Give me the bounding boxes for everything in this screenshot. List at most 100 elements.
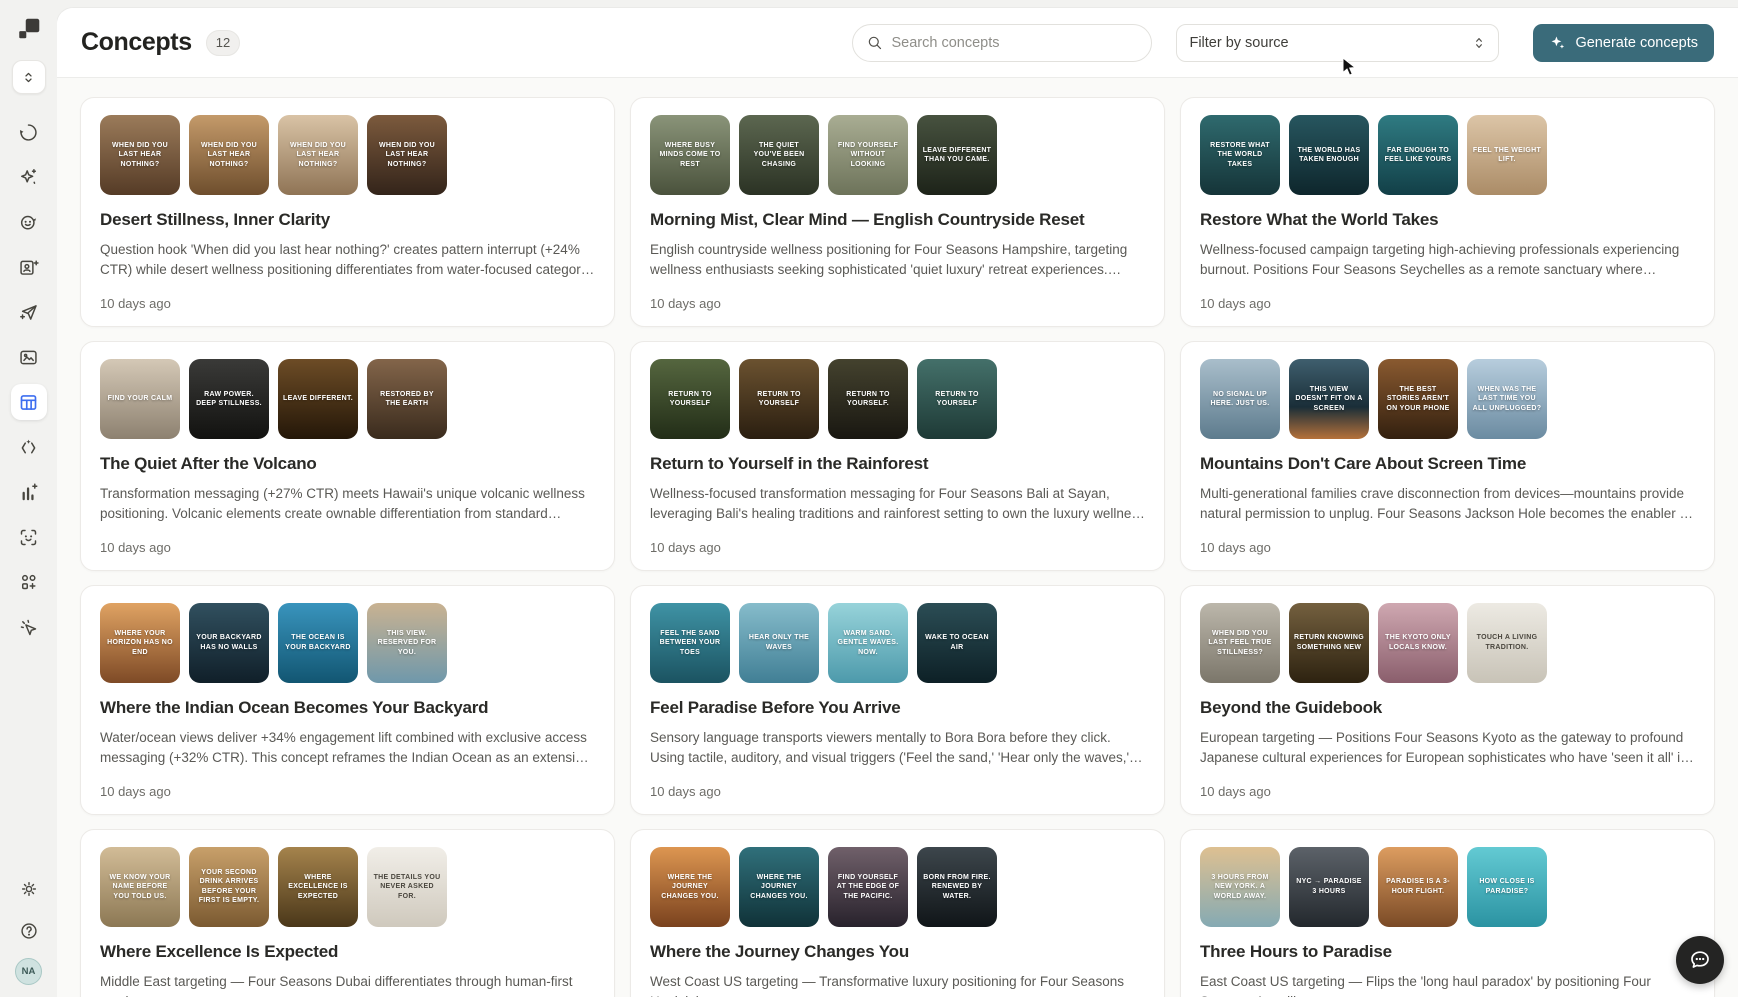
generate-concepts-button[interactable]: Generate concepts (1533, 24, 1714, 62)
concept-thumbnail[interactable]: The details you never asked for. (367, 847, 447, 927)
concept-thumbnail[interactable]: LEAVE DIFFERENT THAN YOU CAME. (917, 115, 997, 195)
concept-description: Wellness-focused transformation messagin… (650, 484, 1145, 524)
concept-thumbnail[interactable]: PARADISE IS A 3-HOUR FLIGHT. (1378, 847, 1458, 927)
sidebar-item-magic-cursor[interactable] (11, 609, 47, 645)
concept-card[interactable]: WHERE YOUR HORIZON HAS NO ENDYOUR BACKYA… (80, 585, 615, 815)
concept-thumbnail[interactable]: WARM SAND. GENTLE WAVES. NOW. (828, 603, 908, 683)
sidebar-item-prompts[interactable] (11, 429, 47, 465)
thumbnail-caption: FIND YOUR CALM (103, 389, 178, 408)
concept-thumbnail[interactable]: RETURN TO YOURSELF (650, 359, 730, 439)
concept-thumbnail[interactable]: WHERE THE JOURNEY CHANGES YOU. (739, 847, 819, 927)
concept-thumbnail[interactable]: WHEN WAS THE LAST TIME YOU ALL UNPLUGGED… (1467, 359, 1547, 439)
concept-card[interactable]: NO SIGNAL UP HERE. JUST US.THIS VIEW DOE… (1180, 341, 1715, 571)
concept-thumbnail[interactable]: FEEL THE WEIGHT LIFT. (1467, 115, 1547, 195)
concept-thumbnail[interactable]: WHERE EXCELLENCE IS EXPECTED (278, 847, 358, 927)
thumbnail-row: NO SIGNAL UP HERE. JUST US.THIS VIEW DOE… (1200, 359, 1695, 439)
concept-thumbnail[interactable]: WHERE YOUR HORIZON HAS NO END (100, 603, 180, 683)
concept-thumbnail[interactable]: NYC → PARADISE 3 HOURS (1289, 847, 1369, 927)
concept-thumbnail[interactable]: WHEN DID YOU LAST HEAR NOTHING? (367, 115, 447, 195)
sidebar-item-media[interactable] (11, 339, 47, 375)
concept-thumbnail[interactable]: WHEN DID YOU LAST HEAR NOTHING? (189, 115, 269, 195)
concept-thumbnail[interactable]: RETURN KNOWING SOMETHING NEW (1289, 603, 1369, 683)
concept-thumbnail[interactable]: RESTORED BY THE EARTH (367, 359, 447, 439)
sidebar-item-send[interactable] (11, 294, 47, 330)
concept-thumbnail[interactable]: THE OCEAN IS YOUR BACKYARD (278, 603, 358, 683)
concept-thumbnail[interactable]: FEEL THE SAND BETWEEN YOUR TOES (650, 603, 730, 683)
sidebar-item-face-scan[interactable] (11, 519, 47, 555)
concept-thumbnail[interactable]: WHERE THE JOURNEY CHANGES YOU. (650, 847, 730, 927)
concept-thumbnail[interactable]: THIS VIEW. RESERVED FOR YOU. (367, 603, 447, 683)
concept-thumbnail[interactable]: Your second drink arrives before your fi… (189, 847, 269, 927)
sidebar-item-analytics[interactable] (11, 474, 47, 510)
concept-card[interactable]: FEEL THE SAND BETWEEN YOUR TOESHEAR ONLY… (630, 585, 1165, 815)
thumbnail-caption: WHERE THE JOURNEY CHANGES YOU. (739, 868, 819, 906)
concept-thumbnail[interactable]: We know your name before you told us. (100, 847, 180, 927)
concept-thumbnail[interactable]: RAW POWER. DEEP STILLNESS. (189, 359, 269, 439)
concept-thumbnail[interactable]: THE KYOTO ONLY LOCALS KNOW. (1378, 603, 1458, 683)
sidebar-item-concepts[interactable] (11, 384, 47, 420)
concept-thumbnail[interactable]: RETURN TO YOURSELF (739, 359, 819, 439)
concept-thumbnail[interactable]: HEAR ONLY THE WAVES (739, 603, 819, 683)
page-title: Concepts (81, 28, 192, 57)
concept-thumbnail[interactable]: BORN FROM FIRE. RENEWED BY WATER. (917, 847, 997, 927)
chevron-up-down-icon (1472, 35, 1486, 51)
thumbnail-caption: THE WORLD HAS TAKEN ENOUGH (1289, 141, 1369, 170)
concept-card[interactable]: RETURN TO YOURSELFRETURN TO YOURSELFRETU… (630, 341, 1165, 571)
settings-button[interactable] (14, 874, 44, 904)
concept-thumbnail[interactable]: How Close is Paradise? (1467, 847, 1547, 927)
concept-card[interactable]: We know your name before you told us.You… (80, 829, 615, 997)
filter-by-source-select[interactable]: Filter by source (1176, 24, 1499, 62)
concept-thumbnail[interactable]: THE QUIET YOU'VE BEEN CHASING (739, 115, 819, 195)
thumbnail-caption: FIND YOURSELF AT THE EDGE OF THE PACIFIC… (828, 868, 908, 906)
search-input[interactable] (891, 35, 1138, 51)
concept-thumbnail[interactable]: WAKE TO OCEAN AIR (917, 603, 997, 683)
concept-card[interactable]: 3 HOURS FROM NEW YORK. A WORLD AWAY.NYC … (1180, 829, 1715, 997)
concept-thumbnail[interactable]: THE BEST STORIES AREN'T ON YOUR PHONE (1378, 359, 1458, 439)
sidebar: NA (0, 0, 57, 997)
user-avatar[interactable]: NA (15, 958, 42, 985)
concept-thumbnail[interactable]: LEAVE DIFFERENT. (278, 359, 358, 439)
concept-thumbnail[interactable]: WHEN DID YOU LAST HEAR NOTHING? (278, 115, 358, 195)
concept-thumbnail[interactable]: THIS VIEW DOESN'T FIT ON A SCREEN (1289, 359, 1369, 439)
concept-thumbnail[interactable]: WHERE BUSY MINDS COME TO REST (650, 115, 730, 195)
concept-thumbnail[interactable]: WHEN DID YOU LAST FEEL TRUE STILLNESS? (1200, 603, 1280, 683)
concept-card[interactable]: RESTORE WHAT THE WORLD TAKES THE WORLD HA… (1180, 97, 1715, 327)
concept-thumbnail[interactable]: THE WORLD HAS TAKEN ENOUGH (1289, 115, 1369, 195)
concept-thumbnail[interactable]: NO SIGNAL UP HERE. JUST US. (1200, 359, 1280, 439)
sidebar-item-audience[interactable] (11, 204, 47, 240)
concept-thumbnail[interactable]: WHEN DID YOU LAST HEAR NOTHING? (100, 115, 180, 195)
thumbnail-caption: WHERE THE JOURNEY CHANGES YOU. (650, 868, 730, 906)
sidebar-item-contacts[interactable] (11, 249, 47, 285)
concept-thumbnail[interactable]: FAR ENOUGH TO FEEL LIKE YOURS (1378, 115, 1458, 195)
concept-thumbnail[interactable]: YOUR BACKYARD HAS NO WALLS (189, 603, 269, 683)
concept-thumbnail[interactable]: Touch a living tradition. (1467, 603, 1547, 683)
concept-card[interactable]: FIND YOUR CALM RAW POWER. DEEP STILLNESS.… (80, 341, 615, 571)
sidebar-item-components[interactable] (11, 564, 47, 600)
concept-card[interactable]: WHEN DID YOU LAST FEEL TRUE STILLNESS?RE… (1180, 585, 1715, 815)
sidebar-item-history[interactable] (11, 114, 47, 150)
concept-card[interactable]: WHEN DID YOU LAST HEAR NOTHING?WHEN DID … (80, 97, 615, 327)
chat-widget-button[interactable] (1676, 936, 1724, 984)
workspace-switcher[interactable] (12, 60, 46, 94)
concept-thumbnail[interactable]: RETURN TO YOURSELF. (828, 359, 908, 439)
sidebar-item-sparkles[interactable] (11, 159, 47, 195)
search-box[interactable] (852, 24, 1152, 62)
concept-description: Multi-generational families crave discon… (1200, 484, 1695, 524)
filter-select-value: Filter by source (1189, 35, 1288, 51)
concept-description: East Coast US targeting — Flips the 'lon… (1200, 972, 1695, 997)
concept-card[interactable]: WHERE BUSY MINDS COME TO RESTTHE QUIET Y… (630, 97, 1165, 327)
chevron-up-down-icon (21, 70, 36, 85)
help-button[interactable] (14, 916, 44, 946)
concept-title: Where the Indian Ocean Becomes Your Back… (100, 698, 595, 718)
concept-thumbnail[interactable]: FIND YOUR CALM (100, 359, 180, 439)
concept-card[interactable]: WHERE THE JOURNEY CHANGES YOU.WHERE THE … (630, 829, 1165, 997)
concept-thumbnail[interactable]: RETURN TO YOURSELF (917, 359, 997, 439)
thumbnail-row: We know your name before you told us.You… (100, 847, 595, 927)
concept-thumbnail[interactable]: FIND YOURSELF AT THE EDGE OF THE PACIFIC… (828, 847, 908, 927)
thumbnail-caption: THE OCEAN IS YOUR BACKYARD (278, 628, 358, 657)
concept-thumbnail[interactable]: 3 HOURS FROM NEW YORK. A WORLD AWAY. (1200, 847, 1280, 927)
concept-title: Where the Journey Changes You (650, 942, 1145, 962)
thumbnail-caption: FAR ENOUGH TO FEEL LIKE YOURS (1378, 141, 1458, 170)
concept-thumbnail[interactable]: FIND YOURSELF WITHOUT LOOKING (828, 115, 908, 195)
concept-thumbnail[interactable]: RESTORE WHAT THE WORLD TAKES (1200, 115, 1280, 195)
